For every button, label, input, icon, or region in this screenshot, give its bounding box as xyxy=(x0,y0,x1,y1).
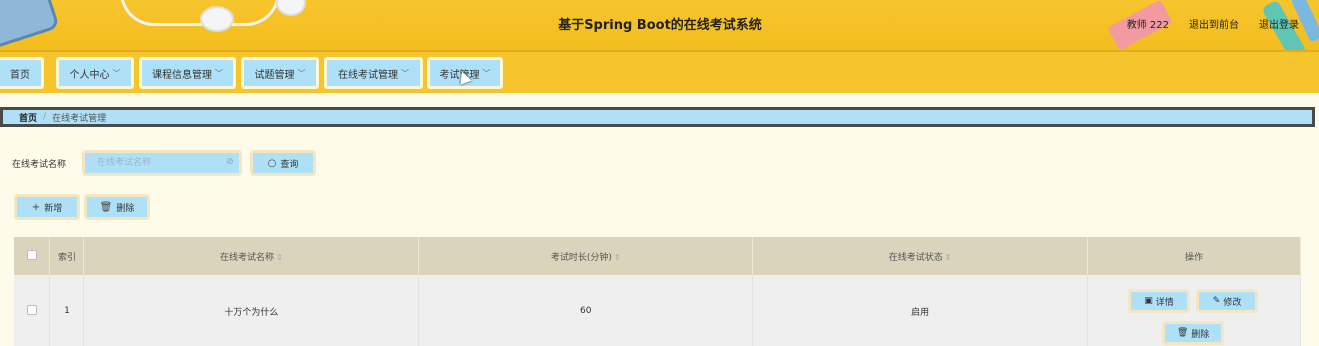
column-header-label: 考试时长(分钟) xyxy=(550,252,612,263)
chevron-down-icon: ﹀ xyxy=(297,68,306,78)
breadcrumb-current: 在线考试管理 xyxy=(52,113,107,124)
chevron-down-icon: ﹀ xyxy=(401,68,409,78)
search-button-label: 查询 xyxy=(280,159,299,170)
chevron-down-icon: ﹀ xyxy=(482,68,491,78)
main-nav: 首页 个人中心 ﹀ 课程信息管理 ﹀ 试题管理 ﹀ 在线考试管理 ﹀ 考试管理 … xyxy=(0,50,1319,93)
column-header-label: 操作 xyxy=(1185,252,1204,263)
column-header-index: 索引 xyxy=(49,237,85,275)
column-header-label: 索引 xyxy=(57,252,76,263)
column-header-name[interactable]: 在线考试名称 ⇕ xyxy=(83,237,420,275)
edit-button[interactable]: ✎ 修改 xyxy=(1196,289,1259,313)
breadcrumb: 首页 / 在线考试管理 xyxy=(0,107,1315,127)
earbud-decoration xyxy=(200,6,234,32)
edit-icon: ✎ xyxy=(1212,296,1221,306)
select-all-cell xyxy=(14,237,51,275)
search-icon: ○ xyxy=(267,157,277,169)
nav-item-online-exam-mgmt[interactable]: 在线考试管理 ﹀ xyxy=(324,57,423,89)
nav-item-course-info[interactable]: 课程信息管理 ﹀ xyxy=(139,57,236,89)
header-bar: 基于Spring Boot的在线考试系统 教师 222 退出到前台 退出登录 xyxy=(0,0,1319,50)
back-to-front-link[interactable]: 退出到前台 xyxy=(1189,16,1239,31)
row-duration: 60 xyxy=(418,275,754,346)
nav-item-label: 课程信息管理 xyxy=(152,69,212,81)
row-select-cell xyxy=(14,275,51,346)
trash-icon: 🗑 xyxy=(1176,328,1189,338)
earbud-decoration xyxy=(276,0,306,16)
column-header-label: 在线考试状态 xyxy=(888,252,943,263)
delete-button[interactable]: 🗑 删除 xyxy=(84,194,150,220)
user-name-link[interactable]: 教师 222 xyxy=(1127,16,1169,31)
nav-item-question-mgmt[interactable]: 试题管理 ﹀ xyxy=(241,57,319,89)
nav-item-label: 个人中心 xyxy=(69,69,110,81)
sort-icon[interactable]: ⇕ xyxy=(276,253,283,262)
edit-button-label: 修改 xyxy=(1223,297,1242,308)
add-button[interactable]: + 新增 xyxy=(14,194,80,220)
row-exam-name: 十万个为什么 xyxy=(83,275,420,346)
detail-button-label: 详情 xyxy=(1155,297,1174,308)
clear-icon[interactable]: ⊘ xyxy=(226,157,234,167)
search-input[interactable] xyxy=(82,150,242,176)
chevron-down-icon: ﹀ xyxy=(215,68,223,78)
row-checkbox[interactable] xyxy=(26,304,37,315)
logout-link[interactable]: 退出登录 xyxy=(1259,16,1299,31)
nav-item-home[interactable]: 首页 xyxy=(0,57,44,89)
chevron-down-icon: ﹀ xyxy=(112,68,121,78)
plus-icon: + xyxy=(31,201,41,213)
row-delete-button[interactable]: 🗑 删除 xyxy=(1162,321,1225,345)
search-label: 在线考试名称 xyxy=(12,160,67,170)
column-header-status[interactable]: 在线考试状态 ⇕ xyxy=(752,237,1089,275)
sort-icon[interactable]: ⇕ xyxy=(614,253,621,262)
row-delete-button-label: 删除 xyxy=(1191,329,1210,340)
nav-item-label: 在线考试管理 xyxy=(338,69,398,81)
header-links: 教师 222 退出到前台 退出登录 xyxy=(1127,16,1299,31)
search-button[interactable]: ○ 查询 xyxy=(250,150,316,176)
column-header-actions: 操作 xyxy=(1087,237,1301,275)
column-header-duration[interactable]: 考试时长(分钟) ⇕ xyxy=(418,237,754,275)
trash-icon: 🗑 xyxy=(99,201,113,213)
nav-item-personal-center[interactable]: 个人中心 ﹀ xyxy=(56,57,134,89)
site-title: 基于Spring Boot的在线考试系统 xyxy=(558,18,762,33)
table-header-row: 索引 在线考试名称 ⇕ 考试时长(分钟) ⇕ 在线考试状态 ⇕ 操作 xyxy=(14,237,1301,275)
nav-item-label: 首页 xyxy=(10,69,30,81)
row-actions: ▣ 详情 ✎ 修改 🗑 删除 xyxy=(1088,275,1300,346)
column-header-label: 在线考试名称 xyxy=(220,252,275,263)
breadcrumb-separator: / xyxy=(43,112,47,122)
detail-button[interactable]: ▣ 详情 xyxy=(1128,289,1191,313)
select-all-checkbox[interactable] xyxy=(26,249,37,260)
nav-item-label: 试题管理 xyxy=(254,69,295,81)
sort-icon[interactable]: ⇕ xyxy=(945,253,952,262)
breadcrumb-home[interactable]: 首页 xyxy=(19,111,37,124)
row-actions-cell: ▣ 详情 ✎ 修改 🗑 删除 xyxy=(1087,275,1301,346)
table-row: 1 十万个为什么 60 启用 ▣ 详情 ✎ 修改 🗑 删除 xyxy=(14,275,1301,346)
phone-decoration xyxy=(0,0,60,50)
add-button-label: 新增 xyxy=(44,203,63,214)
delete-button-label: 删除 xyxy=(116,203,135,214)
row-status: 启用 xyxy=(752,275,1089,346)
exam-table: 索引 在线考试名称 ⇕ 考试时长(分钟) ⇕ 在线考试状态 ⇕ 操作 1 十万个为什么… xyxy=(14,237,1301,346)
detail-icon: ▣ xyxy=(1144,296,1153,306)
row-index: 1 xyxy=(49,275,85,346)
